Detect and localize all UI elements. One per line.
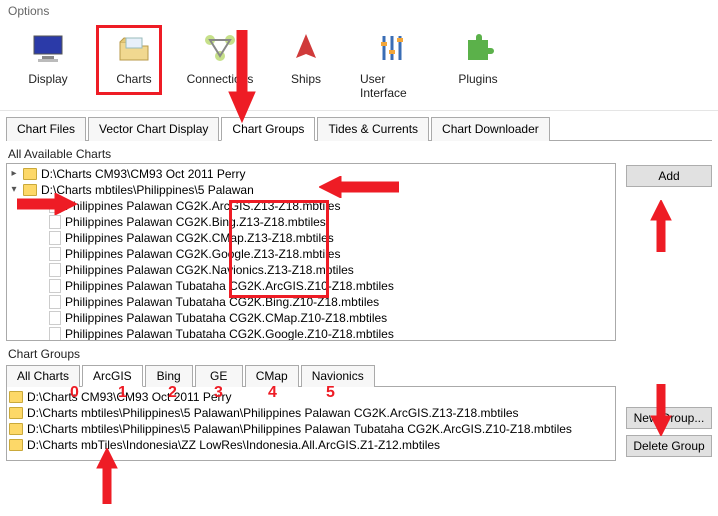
tree-file-label: Philippines Palawan Tubataha CG2K.Bing.Z… [65, 295, 379, 309]
tree-file-label: Philippines Palawan CG2K.CMap.Z13-Z18.mb… [65, 231, 334, 245]
new-group-button[interactable]: New Group... [626, 407, 712, 429]
tab-tides-currents[interactable]: Tides & Currents [317, 117, 429, 141]
toolbar-connections-label: Connections [187, 72, 254, 86]
group-tab-bing[interactable]: Bing [145, 365, 193, 387]
add-button[interactable]: Add [626, 165, 712, 187]
tree-file-row[interactable]: Philippines Palawan CG2K.Bing.Z13-Z18.mb… [9, 214, 613, 230]
file-icon [49, 263, 61, 277]
tab-chart-files[interactable]: Chart Files [6, 117, 86, 141]
expand-icon[interactable]: ▾ [9, 185, 19, 195]
chart-groups-label: Chart Groups [0, 341, 718, 363]
tree-file-label: Philippines Palawan CG2K.Google.Z13-Z18.… [65, 247, 340, 261]
toolbar-charts-label: Charts [116, 72, 151, 86]
file-icon [49, 311, 61, 325]
list-item[interactable]: D:\Charts mbTiles\Indonesia\ZZ LowRes\In… [9, 437, 613, 453]
tab-chart-downloader[interactable]: Chart Downloader [431, 117, 550, 141]
list-item-label: D:\Charts mbTiles\Indonesia\ZZ LowRes\In… [27, 438, 440, 452]
file-icon [49, 231, 61, 245]
ship-icon [286, 28, 326, 68]
connections-icon [200, 28, 240, 68]
toolbar-plugins-label: Plugins [458, 72, 497, 86]
group-tab-cmap[interactable]: CMap [245, 365, 299, 387]
tree-file-row[interactable]: Philippines Palawan Tubataha CG2K.ArcGIS… [9, 278, 613, 294]
toolbar-display-label: Display [28, 72, 67, 86]
folder-icon [9, 391, 23, 403]
window-title: Options [0, 0, 718, 22]
file-icon [49, 295, 61, 309]
toolbar-ui[interactable]: User Interface [360, 28, 424, 100]
tree-folder-label: D:\Charts CM93\CM93 Oct 2011 Perry [41, 167, 246, 181]
file-icon [49, 215, 61, 229]
file-icon [49, 327, 61, 341]
group-tab-navionics[interactable]: Navionics [301, 365, 375, 387]
tree-file-label: Philippines Palawan Tubataha CG2K.CMap.Z… [65, 311, 387, 325]
folder-icon [23, 184, 37, 196]
toolbar-connections[interactable]: Connections [188, 28, 252, 100]
folder-icon [9, 439, 23, 451]
list-item[interactable]: D:\Charts mbtiles\Philippines\5 Palawan\… [9, 421, 613, 437]
all-available-charts-label: All Available Charts [0, 141, 718, 163]
available-charts-tree[interactable]: ▸ D:\Charts CM93\CM93 Oct 2011 Perry ▾ D… [6, 163, 616, 341]
group-contents-list[interactable]: D:\Charts CM93\CM93 Oct 2011 Perry D:\Ch… [6, 387, 616, 461]
file-icon [49, 247, 61, 261]
tree-folder-row[interactable]: ▸ D:\Charts CM93\CM93 Oct 2011 Perry [9, 166, 613, 182]
tree-folder-label: D:\Charts mbtiles\Philippines\5 Palawan [41, 183, 254, 197]
monitor-icon [28, 28, 68, 68]
toolbar-ships-label: Ships [291, 72, 321, 86]
folder-icon [9, 407, 23, 419]
tab-chart-groups[interactable]: Chart Groups [221, 117, 315, 141]
file-icon [49, 279, 61, 293]
tree-file-row[interactable]: Philippines Palawan Tubataha CG2K.Bing.Z… [9, 294, 613, 310]
tree-file-row[interactable]: Philippines Palawan CG2K.Google.Z13-Z18.… [9, 246, 613, 262]
chart-tabs: Chart Files Vector Chart Display Chart G… [6, 117, 712, 141]
collapse-icon[interactable]: ▸ [9, 169, 19, 179]
tree-file-row[interactable]: Philippines Palawan Tubataha CG2K.CMap.Z… [9, 310, 613, 326]
folder-icon [23, 168, 37, 180]
toolbar: Display Charts Connections Ships User In… [0, 22, 718, 111]
group-tabs: All Charts ArcGIS Bing GE CMap Navionics [6, 365, 616, 387]
group-tab-all-charts[interactable]: All Charts [6, 365, 80, 387]
sliders-icon [372, 28, 412, 68]
delete-group-button[interactable]: Delete Group [626, 435, 712, 457]
list-item-label: D:\Charts mbtiles\Philippines\5 Palawan\… [27, 406, 519, 420]
tree-file-row[interactable]: Philippines Palawan CG2K.CMap.Z13-Z18.mb… [9, 230, 613, 246]
tree-file-label: Philippines Palawan CG2K.Navionics.Z13-Z… [65, 263, 354, 277]
tree-file-label: Philippines Palawan Tubataha CG2K.Google… [65, 327, 394, 341]
group-tab-arcgis[interactable]: ArcGIS [82, 365, 143, 387]
puzzle-icon [458, 28, 498, 68]
list-item[interactable]: D:\Charts mbtiles\Philippines\5 Palawan\… [9, 405, 613, 421]
file-icon [49, 199, 61, 213]
list-item-label: D:\Charts mbtiles\Philippines\5 Palawan\… [27, 422, 572, 436]
tree-file-row[interactable]: Philippines Palawan CG2K.Navionics.Z13-Z… [9, 262, 613, 278]
toolbar-display[interactable]: Display [16, 28, 80, 100]
toolbar-ui-label: User Interface [360, 72, 424, 100]
tree-folder-row[interactable]: ▾ D:\Charts mbtiles\Philippines\5 Palawa… [9, 182, 613, 198]
tree-file-label: Philippines Palawan Tubataha CG2K.ArcGIS… [65, 279, 394, 293]
tree-file-label: Philippines Palawan CG2K.ArcGIS.Z13-Z18.… [65, 199, 340, 213]
list-item[interactable]: D:\Charts CM93\CM93 Oct 2011 Perry [9, 389, 613, 405]
tree-file-label: Philippines Palawan CG2K.Bing.Z13-Z18.mb… [65, 215, 326, 229]
toolbar-charts[interactable]: Charts [102, 28, 166, 100]
tab-vector-chart-display[interactable]: Vector Chart Display [88, 117, 219, 141]
group-tab-ge[interactable]: GE [195, 365, 243, 387]
folder-icon [9, 423, 23, 435]
charts-folder-icon [114, 28, 154, 68]
toolbar-ships[interactable]: Ships [274, 28, 338, 100]
tree-file-row[interactable]: Philippines Palawan CG2K.ArcGIS.Z13-Z18.… [9, 198, 613, 214]
list-item-label: D:\Charts CM93\CM93 Oct 2011 Perry [27, 390, 232, 404]
toolbar-plugins[interactable]: Plugins [446, 28, 510, 100]
tree-file-row[interactable]: Philippines Palawan Tubataha CG2K.Google… [9, 326, 613, 341]
